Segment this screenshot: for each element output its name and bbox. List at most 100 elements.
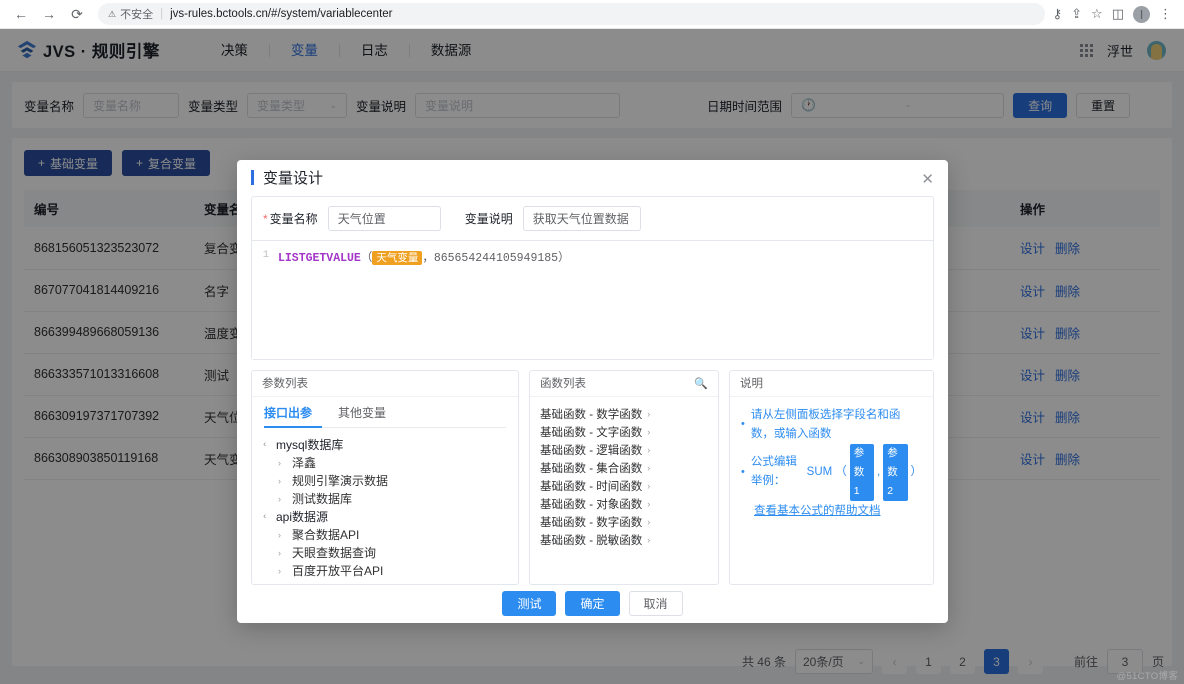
description-panel-header: 说明	[730, 371, 933, 397]
cancel-button[interactable]: 取消	[629, 591, 683, 616]
variable-name-input[interactable]: 天气位置	[328, 206, 441, 231]
chevron-right-icon[interactable]: ›	[278, 494, 286, 504]
functions-panel-header: 函数列表 🔍	[530, 371, 718, 397]
tree-node-label: api数据源	[276, 508, 328, 525]
tree-child-node[interactable]: ›聚合数据API	[252, 526, 518, 544]
app-page: JVS · 规则引擎 决策 变量 日志 数据源 浮世 变量名称 变量名称 变量类…	[0, 29, 1184, 684]
code-close-paren: ）	[558, 252, 570, 265]
chevron-right-icon[interactable]: ›	[278, 476, 286, 486]
tree-child-node[interactable]: › 天眼查数据查询	[252, 544, 518, 562]
tree-child-node[interactable]: › 规则引擎演示数据	[252, 472, 518, 490]
function-category-item[interactable]: 基础函数 - 文字函数 ›	[530, 423, 718, 441]
function-category-label: 基础函数 - 数字函数	[540, 514, 642, 530]
close-icon[interactable]: ✕	[921, 172, 934, 187]
code-variable-chip[interactable]: 天气变量	[372, 251, 422, 265]
function-category-item[interactable]: 基础函数 - 逻辑函数›	[530, 441, 718, 459]
function-category-item[interactable]: 基础函数 - 数字函数›	[530, 513, 718, 531]
chevron-right-icon[interactable]: ›	[278, 458, 286, 468]
dialog-header: 变量设计 ✕	[237, 160, 948, 196]
variable-design-dialog: 变量设计 ✕ *变量名称 天气位置 变量说明 获取天气位置数据 1 LISTGE…	[237, 160, 948, 623]
forward-arrow-icon[interactable]: →	[36, 1, 62, 27]
function-category-label: 基础函数 - 时间函数	[540, 478, 642, 494]
share-icon[interactable]: ⇪	[1071, 6, 1082, 22]
not-secure-warning-icon: ⚠	[108, 9, 116, 20]
function-category-label: 基础函数 - 文字函数	[540, 424, 642, 440]
formula-code-area[interactable]: 1 LISTGETVALUE（天气变量，865654244105949185）	[252, 241, 933, 359]
tab-interface-output[interactable]: 接口出参	[264, 404, 312, 428]
chevron-down-icon[interactable]: ⌄	[261, 513, 272, 521]
omnibox-divider: |	[160, 8, 163, 20]
formula-fields-row: *变量名称 天气位置 变量说明 获取天气位置数据	[252, 197, 933, 241]
tabs-underline	[264, 427, 506, 428]
function-category-label: 基础函数 - 脱敏函数	[540, 532, 642, 548]
watermark: @51CTO博客	[1117, 668, 1179, 682]
tree-child-node[interactable]: ›泽鑫	[252, 454, 518, 472]
chevron-right-icon: ›	[647, 499, 650, 509]
tree-node-label: 规则引擎演示数据	[292, 472, 388, 489]
test-button[interactable]: 测试	[502, 591, 556, 616]
variable-name-label: *变量名称	[263, 210, 318, 227]
bookmark-star-icon[interactable]: ☆	[1091, 6, 1103, 22]
browser-toolbar: ← → ⟳ ⚠ 不安全 | jvs-rules.bctools.cn/#/sys…	[0, 0, 1184, 29]
params-panel-title: 参数列表	[262, 375, 308, 391]
confirm-button[interactable]: 确定	[565, 591, 619, 616]
tree-node-label: 天眼查数据查询	[292, 544, 376, 561]
function-category-item[interactable]: 基础函数 - 时间函数›	[530, 477, 718, 495]
function-category-item[interactable]: 基础函数 - 脱敏函数 ›	[530, 531, 718, 549]
chevron-right-icon: ›	[647, 463, 650, 473]
chevron-right-icon: ›	[647, 427, 650, 437]
function-category-label: 基础函数 - 数学函数	[540, 406, 642, 422]
profile-avatar[interactable]: I	[1133, 6, 1150, 23]
url-text: jvs-rules.bctools.cn/#/system/variablece…	[170, 8, 392, 20]
functions-panel: 函数列表 🔍 基础函数 - 数学函数›基础函数 - 文字函数›基础函数 - 逻辑…	[529, 370, 719, 585]
variable-desc-input[interactable]: 获取天气位置数据	[523, 206, 641, 231]
params-panel-header: 参数列表	[252, 371, 518, 397]
tree-child-node[interactable]: › 百度开放平台API	[252, 562, 518, 580]
tab-other-variables[interactable]: 其他变量	[338, 404, 386, 428]
chrome-menu-icon[interactable]: ⋮	[1159, 6, 1172, 22]
description-line-1-text: 请从左侧面板选择字段名和函数，或输入函数	[751, 406, 922, 444]
chevron-right-icon[interactable]: ›	[278, 566, 286, 576]
example-arg2-chip: 参数2	[883, 444, 907, 501]
datasource-tree: ⌄mysql数据库›泽鑫›规则引擎演示数据›测试数据库⌄api数据源›聚合数据A…	[252, 428, 518, 580]
description-panel-title: 说明	[740, 375, 763, 391]
chevron-right-icon: ›	[647, 445, 650, 455]
example-function-name: SUM	[807, 463, 833, 482]
dialog-footer: 测试 确定 取消	[237, 585, 948, 623]
required-asterisk: *	[263, 212, 268, 226]
description-line-2: • 公式编辑举例： SUM （ 参数1 , 参数2 ）	[741, 444, 922, 501]
function-category-item[interactable]: 基础函数 - 集合函数›	[530, 459, 718, 477]
bullet-icon: •	[741, 415, 745, 434]
functions-panel-title: 函数列表	[540, 375, 586, 391]
back-arrow-icon[interactable]: ←	[8, 1, 34, 27]
function-category-item[interactable]: 基础函数 - 对象函数›	[530, 495, 718, 513]
address-bar[interactable]: ⚠ 不安全 | jvs-rules.bctools.cn/#/system/va…	[98, 3, 1045, 25]
password-key-icon[interactable]: ⚷	[1053, 6, 1063, 22]
title-accent-bar	[251, 170, 254, 185]
chevron-right-icon: ›	[647, 535, 650, 545]
chevron-right-icon[interactable]: ›	[278, 548, 286, 558]
tree-node-label: mysql数据库	[276, 436, 343, 453]
chevron-right-icon: ›	[647, 409, 650, 419]
tree-root-node[interactable]: ⌄ mysql数据库	[252, 436, 518, 454]
tree-root-node[interactable]: ⌄ api数据源	[252, 508, 518, 526]
variable-name-label-text: 变量名称	[270, 212, 318, 226]
code-comma: ，	[422, 252, 434, 265]
params-tabs: 接口出参 其他变量	[252, 397, 518, 428]
side-panel-icon[interactable]: ◫	[1112, 6, 1124, 22]
example-open-paren: （	[835, 463, 847, 482]
params-panel: 参数列表 接口出参 其他变量 ⌄mysql数据库›泽鑫›规则引擎演示数据›测试数…	[251, 370, 519, 585]
code-line-number: 1	[252, 241, 274, 359]
tree-node-label: 测试数据库	[292, 490, 352, 507]
chevron-right-icon[interactable]: ›	[278, 530, 286, 540]
help-doc-link[interactable]: 查看基本公式的帮助文档	[754, 502, 881, 518]
code-number-token: 865654244105949185	[434, 252, 558, 265]
code-line-content[interactable]: LISTGETVALUE（天气变量，865654244105949185）	[274, 241, 570, 359]
tree-child-node[interactable]: › 测试数据库	[252, 490, 518, 508]
reload-icon[interactable]: ⟳	[64, 1, 90, 27]
function-category-item[interactable]: 基础函数 - 数学函数 ›	[530, 405, 718, 423]
tree-node-label: 百度开放平台API	[292, 562, 383, 579]
search-icon[interactable]: 🔍	[694, 377, 708, 390]
chevron-down-icon[interactable]: ⌄	[261, 441, 272, 449]
description-body: • 请从左侧面板选择字段名和函数，或输入函数 • 公式编辑举例： SUM （ 参…	[730, 397, 933, 519]
